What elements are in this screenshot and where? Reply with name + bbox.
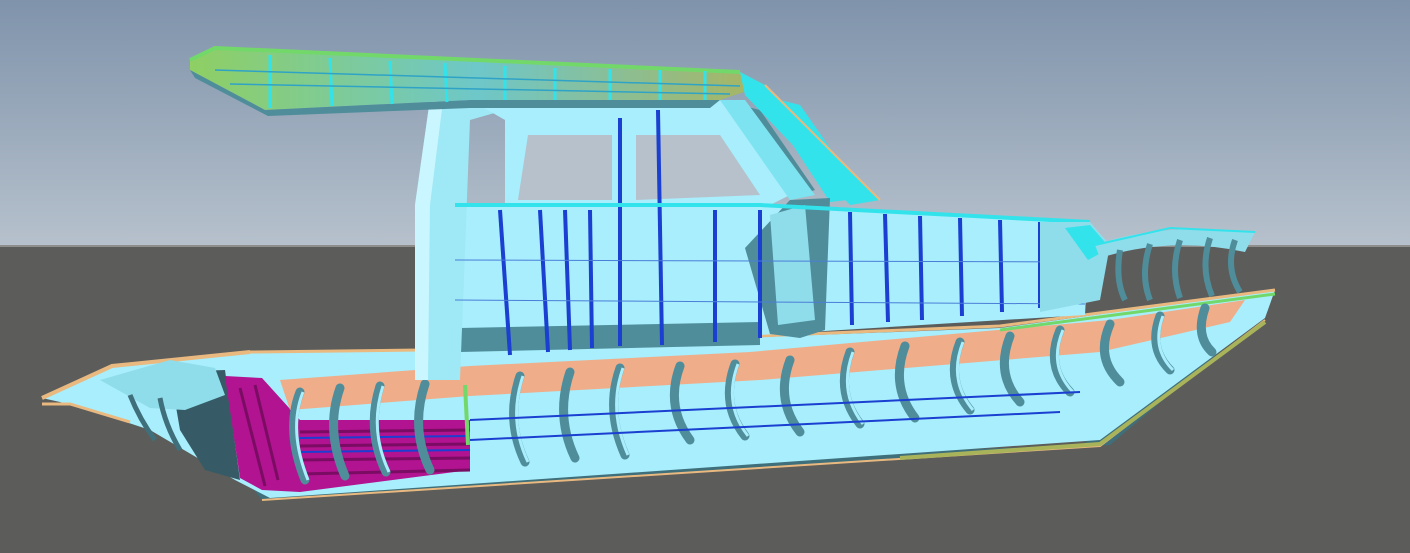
cabin-window-aft [518,135,612,200]
boat-structure-model [0,0,1410,553]
3d-viewport[interactable] [0,0,1410,553]
